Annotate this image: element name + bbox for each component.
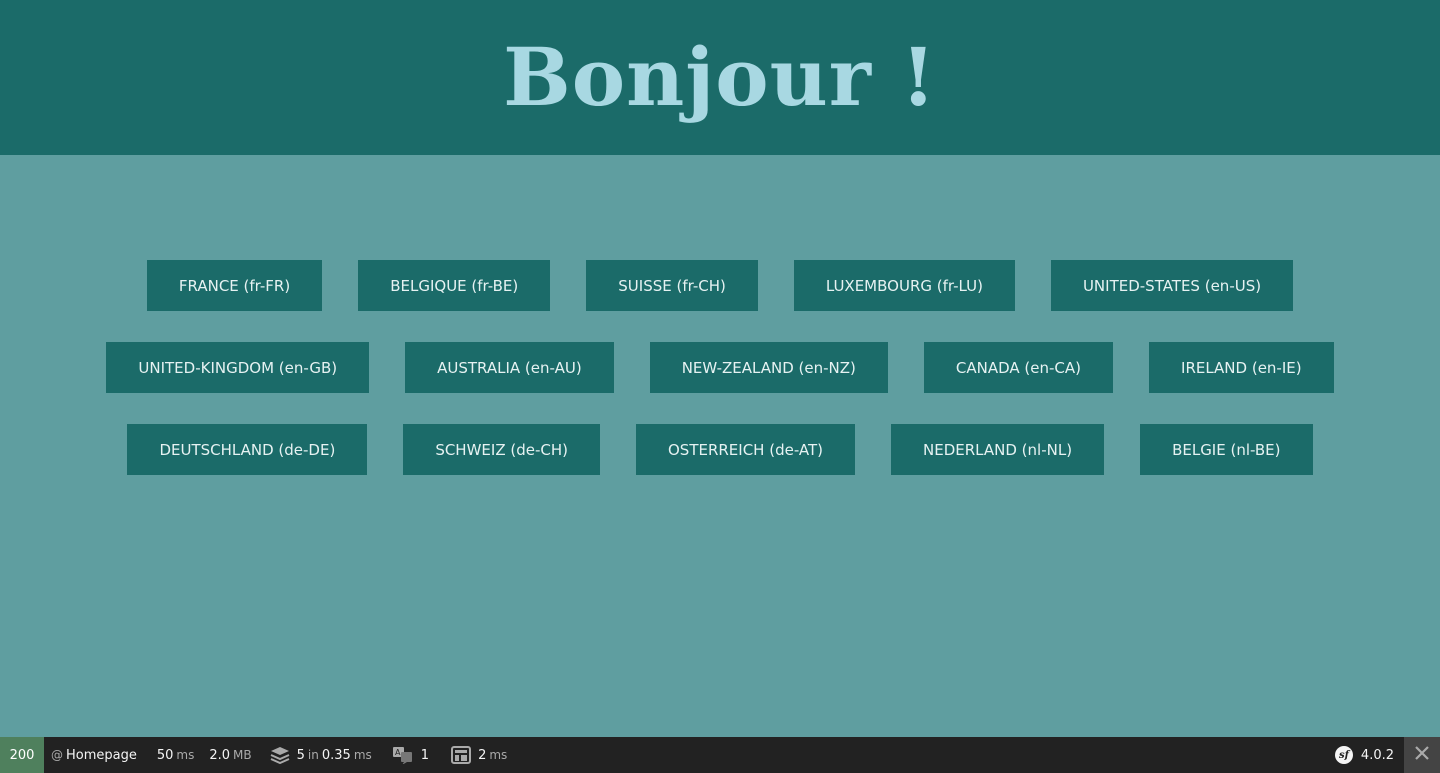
template-icon — [451, 746, 472, 764]
twig-item[interactable]: 2 ms — [444, 737, 514, 773]
page-title: Bonjour ! — [503, 29, 937, 124]
translations-count: 1 — [420, 747, 430, 763]
language-button-en-us[interactable]: UNITED-STATES (en-US) — [1050, 260, 1294, 311]
language-row-2: UNITED-KINGDOM (en-GB) AUSTRALIA (en-AU)… — [0, 342, 1440, 393]
language-button-en-au[interactable]: AUSTRALIA (en-AU) — [405, 342, 614, 393]
queries-count: 5 — [296, 747, 305, 763]
symfony-version: 4.0.2 — [1360, 747, 1394, 763]
close-icon — [1414, 745, 1430, 765]
language-button-en-gb[interactable]: UNITED-KINGDOM (en-GB) — [106, 342, 370, 393]
language-button-de-ch[interactable]: SCHWEIZ (de-CH) — [403, 424, 600, 475]
memory-value: 2.0 — [209, 747, 231, 763]
route-item[interactable]: @ Homepage — [44, 737, 144, 773]
at-symbol: @ — [51, 748, 63, 762]
translation-item[interactable]: A 1 — [385, 737, 436, 773]
queries-unit: ms — [353, 748, 372, 762]
twig-unit: ms — [489, 748, 508, 762]
database-icon — [270, 746, 290, 764]
status-code-badge[interactable]: 200 — [0, 737, 44, 773]
language-button-fr-fr[interactable]: FRANCE (fr-FR) — [146, 260, 323, 311]
toolbar-right: sf 4.0.2 — [1328, 737, 1440, 773]
memory-item[interactable]: 2.0 MB — [202, 737, 258, 773]
language-button-fr-lu[interactable]: LUXEMBOURG (fr-LU) — [793, 260, 1015, 311]
language-button-en-ie[interactable]: IRELAND (en-IE) — [1149, 342, 1334, 393]
symfony-logo-icon: sf — [1334, 746, 1353, 764]
language-row-1: FRANCE (fr-FR) BELGIQUE (fr-BE) SUISSE (… — [0, 260, 1440, 311]
language-button-fr-ch[interactable]: SUISSE (fr-CH) — [586, 260, 758, 311]
language-button-de-de[interactable]: DEUTSCHLAND (de-DE) — [127, 424, 368, 475]
language-row-3: DEUTSCHLAND (de-DE) SCHWEIZ (de-CH) OSTE… — [0, 424, 1440, 475]
language-button-nl-nl[interactable]: NEDERLAND (nl-NL) — [891, 424, 1105, 475]
twig-value: 2 — [478, 747, 487, 763]
translation-icon: A — [392, 746, 414, 764]
language-button-nl-be[interactable]: BELGIE (nl-BE) — [1140, 424, 1313, 475]
debug-toolbar: 200 @ Homepage 50 ms 2.0 MB 5 in 0.35 ms — [0, 737, 1440, 773]
svg-text:A: A — [395, 748, 401, 757]
time-value: 50 — [156, 747, 174, 763]
symfony-version-item[interactable]: sf 4.0.2 — [1328, 737, 1404, 773]
database-item[interactable]: 5 in 0.35 ms — [263, 737, 379, 773]
time-item[interactable]: 50 ms — [150, 737, 202, 773]
language-button-de-at[interactable]: OSTERREICH (de-AT) — [635, 424, 856, 475]
queries-in: in — [307, 748, 319, 762]
queries-time: 0.35 — [321, 747, 351, 763]
language-button-fr-be[interactable]: BELGIQUE (fr-BE) — [358, 260, 551, 311]
page-header: Bonjour ! — [0, 0, 1440, 155]
memory-unit: MB — [233, 748, 252, 762]
time-unit: ms — [176, 748, 195, 762]
language-button-en-nz[interactable]: NEW-ZEALAND (en-NZ) — [649, 342, 888, 393]
route-name: Homepage — [66, 747, 137, 763]
close-toolbar-button[interactable] — [1404, 737, 1440, 773]
language-button-en-ca[interactable]: CANADA (en-CA) — [923, 342, 1114, 393]
